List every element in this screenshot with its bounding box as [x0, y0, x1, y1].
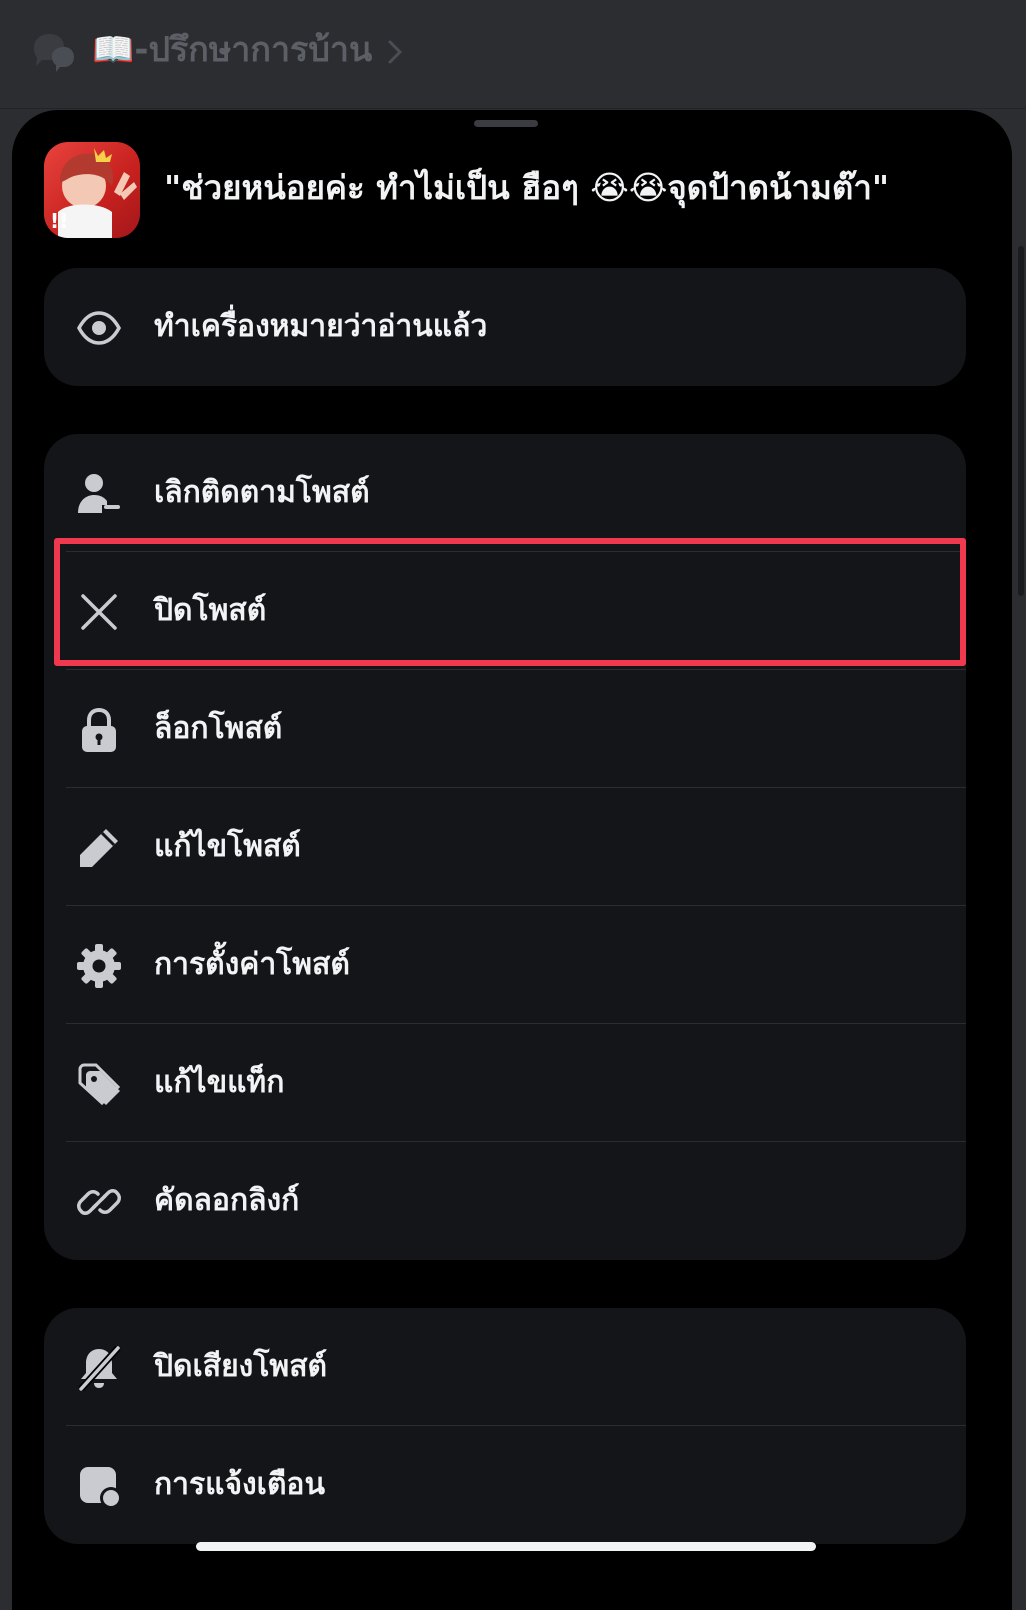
tag-icon	[78, 1063, 121, 1106]
user-avatar: !!	[44, 142, 140, 238]
menu-item-label: การแจ้งเตือน	[154, 1467, 325, 1502]
mute-post-item[interactable]: ปิดเสียงโพสต์	[44, 1308, 966, 1426]
unfollow-user-icon	[78, 474, 120, 513]
chevron-right-icon	[388, 40, 403, 64]
menu-item-label: ล็อกโพสต์	[154, 711, 283, 746]
home-indicator[interactable]	[196, 1542, 816, 1551]
pencil-icon	[80, 829, 118, 867]
channel-header: 📖-ปรึกษาการบ้าน	[0, 0, 1026, 109]
close-icon	[81, 594, 117, 630]
menu-group-post: เลิกติดตามโพสต์ ปิดโพสต์ ล็อกโพสต์ แก้ไข…	[44, 434, 966, 1260]
post-settings-item[interactable]: การตั้งค่าโพสต์	[44, 906, 966, 1024]
gear-icon	[77, 944, 121, 988]
menu-item-label: แก้ไขโพสต์	[154, 829, 301, 864]
copy-link-item[interactable]: คัดลอกลิงก์	[44, 1142, 966, 1260]
notifications-item[interactable]: การแจ้งเตือน	[44, 1426, 966, 1544]
menu-item-label: ปิดโพสต์	[154, 593, 267, 628]
post-actions-sheet: !! "ช่วยหน่อยค่ะ ทำไม่เป็น ฮือๆ 😭😭จุดป้า…	[12, 110, 1012, 1610]
sheet-grabber[interactable]	[474, 120, 538, 127]
menu-item-label: ทำเครื่องหมายว่าอ่านแล้ว	[154, 309, 488, 344]
edit-tags-item[interactable]: แก้ไขแท็ก	[44, 1024, 966, 1142]
link-icon	[77, 1189, 121, 1215]
svg-text:!!: !!	[50, 209, 68, 233]
channel-name[interactable]: 📖-ปรึกษาการบ้าน	[92, 26, 372, 74]
menu-item-label: ปิดเสียงโพสต์	[154, 1349, 327, 1384]
lock-icon	[82, 707, 116, 752]
menu-item-label: แก้ไขแท็ก	[154, 1065, 285, 1100]
notification-icon	[80, 1467, 122, 1509]
scrollbar	[1018, 246, 1024, 596]
unfollow-post-item[interactable]: เลิกติดตามโพสต์	[44, 434, 966, 552]
edit-post-item[interactable]: แก้ไขโพสต์	[44, 788, 966, 906]
menu-group-notifications: ปิดเสียงโพสต์ การแจ้งเตือน	[44, 1308, 966, 1544]
lock-post-item[interactable]: ล็อกโพสต์	[44, 670, 966, 788]
menu-item-label: การตั้งค่าโพสต์	[154, 947, 350, 982]
close-post-item[interactable]: ปิดโพสต์	[44, 552, 966, 670]
eye-icon	[77, 311, 121, 345]
menu-item-label: เลิกติดตามโพสต์	[154, 475, 370, 510]
menu-item-label: คัดลอกลิงก์	[154, 1183, 300, 1218]
avatar-illustration: !!	[50, 148, 137, 238]
bell-muted-icon	[78, 1345, 121, 1391]
post-title: "ช่วยหน่อยค่ะ ทำไม่เป็น ฮือๆ 😭😭จุดป้าดน้…	[164, 168, 890, 207]
forum-channel-icon	[34, 34, 74, 72]
mark-as-read-item[interactable]: ทำเครื่องหมายว่าอ่านแล้ว	[44, 268, 966, 386]
menu-group-read: ทำเครื่องหมายว่าอ่านแล้ว	[44, 268, 966, 386]
